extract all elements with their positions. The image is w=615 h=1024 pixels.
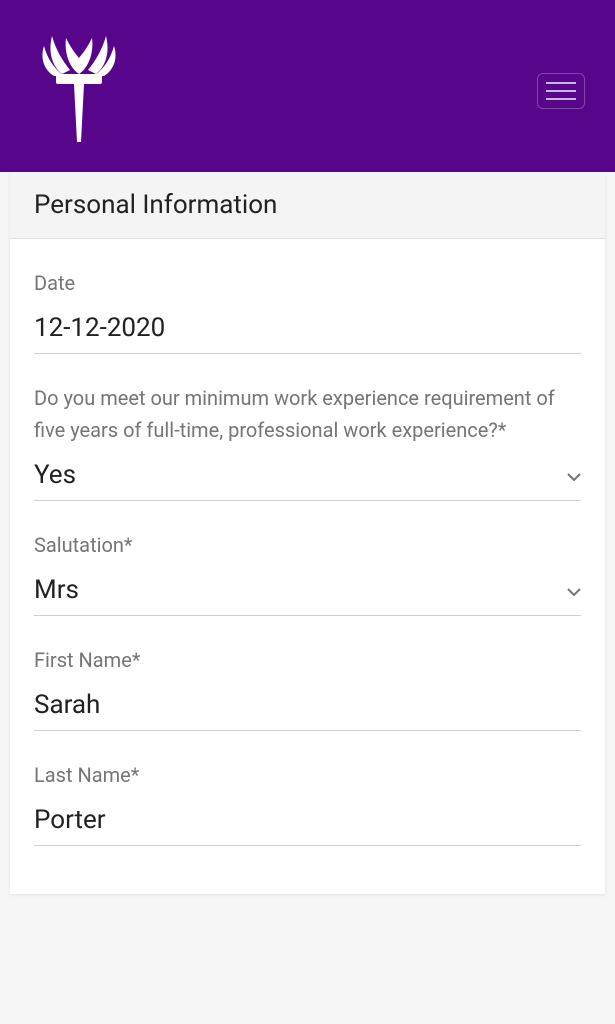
- hamburger-line-icon: [546, 82, 576, 84]
- salutation-select[interactable]: Mrs: [34, 575, 581, 616]
- last-name-input-row[interactable]: [34, 805, 581, 846]
- field-last-name: Last Name*: [34, 759, 581, 846]
- field-salutation: Salutation* Mrs: [34, 529, 581, 616]
- chevron-down-icon: [567, 466, 581, 485]
- experience-select[interactable]: Yes: [34, 460, 581, 501]
- salutation-value: Mrs: [34, 575, 557, 605]
- chevron-down-icon: [567, 581, 581, 600]
- salutation-label: Salutation*: [34, 529, 581, 561]
- hamburger-line-icon: [546, 98, 576, 100]
- field-date: Date: [34, 267, 581, 354]
- first-name-label: First Name*: [34, 644, 581, 676]
- last-name-label: Last Name*: [34, 759, 581, 791]
- last-name-input[interactable]: [34, 805, 581, 835]
- hamburger-line-icon: [546, 90, 576, 92]
- field-first-name: First Name*: [34, 644, 581, 731]
- form-body: Date Do you meet our minimum work experi…: [10, 239, 605, 894]
- app-header: [0, 0, 615, 172]
- field-experience: Do you meet our minimum work experience …: [34, 382, 581, 501]
- date-input-row[interactable]: [34, 313, 581, 354]
- experience-label: Do you meet our minimum work experience …: [34, 382, 581, 446]
- date-label: Date: [34, 267, 581, 299]
- form-card: Personal Information Date Do you meet ou…: [10, 172, 605, 894]
- section-title: Personal Information: [34, 190, 581, 220]
- section-header: Personal Information: [10, 172, 605, 239]
- date-input[interactable]: [34, 313, 581, 343]
- experience-value: Yes: [34, 460, 557, 490]
- menu-button[interactable]: [537, 73, 585, 109]
- torch-logo-icon: [40, 24, 118, 148]
- first-name-input-row[interactable]: [34, 690, 581, 731]
- first-name-input[interactable]: [34, 690, 581, 720]
